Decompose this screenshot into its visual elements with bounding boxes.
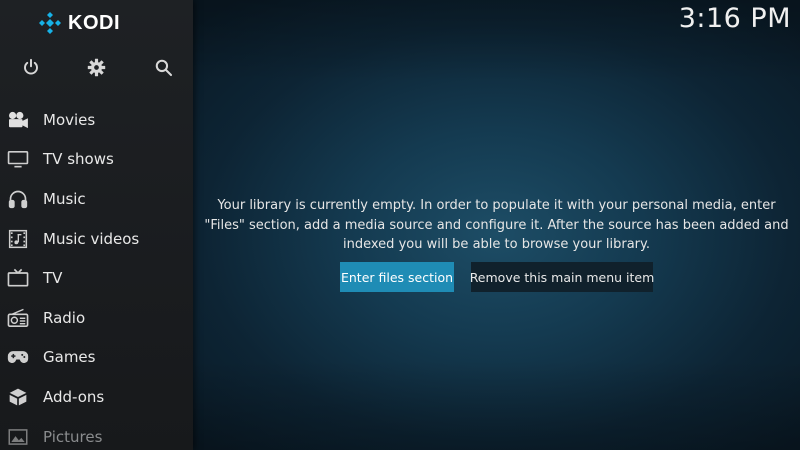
live-tv-icon — [7, 267, 29, 289]
message-line: indexed you will be able to browse your … — [343, 237, 650, 252]
message-line: "Files" section, add a media source and … — [204, 217, 789, 233]
kodi-logo-text: KODI — [68, 11, 120, 34]
sidebar: KODI Movies TV shows Music Music videos … — [0, 0, 193, 450]
movie-camera-icon — [7, 109, 29, 131]
enter-files-section-button[interactable]: Enter files section — [340, 262, 454, 292]
action-buttons: Enter files section Remove this main men… — [340, 262, 654, 292]
addons-box-icon — [7, 386, 29, 408]
search-button[interactable] — [151, 55, 175, 79]
picture-icon — [7, 426, 29, 448]
clock: 3:16 PM — [678, 3, 791, 34]
menu-item-label: Pictures — [43, 427, 103, 446]
main-menu: Movies TV shows Music Music videos TV Ra… — [0, 100, 193, 450]
settings-button[interactable] — [84, 55, 108, 79]
search-icon — [155, 59, 172, 76]
empty-library-message: Your library is currently empty. In orde… — [203, 196, 790, 255]
menu-item-label: Music — [43, 189, 86, 208]
remove-menu-item-button[interactable]: Remove this main menu item — [470, 262, 654, 292]
menu-item-label: TV — [43, 269, 63, 288]
music-video-icon — [7, 228, 29, 250]
menu-item-label: Movies — [43, 110, 96, 129]
menu-item-pictures[interactable]: Pictures — [0, 417, 193, 450]
tv-icon — [7, 148, 29, 170]
menu-item-tv-shows[interactable]: TV shows — [0, 140, 193, 180]
menu-item-music[interactable]: Music — [0, 179, 193, 219]
menu-item-tv[interactable]: TV — [0, 258, 193, 298]
power-button[interactable] — [19, 55, 43, 79]
menu-item-label: TV shows — [43, 150, 114, 169]
menu-item-label: Games — [43, 348, 96, 367]
headphones-icon — [7, 188, 29, 210]
power-icon — [24, 58, 38, 75]
kodi-logo[interactable]: KODI — [38, 10, 120, 36]
gamepad-icon — [7, 346, 29, 368]
menu-item-addons[interactable]: Add-ons — [0, 377, 193, 417]
menu-item-movies[interactable]: Movies — [0, 100, 193, 140]
message-line: Your library is currently empty. In orde… — [217, 198, 776, 213]
menu-item-radio[interactable]: Radio — [0, 298, 193, 338]
radio-icon — [7, 307, 29, 329]
menu-item-games[interactable]: Games — [0, 338, 193, 378]
kodi-logo-icon — [39, 12, 61, 34]
menu-item-label: Radio — [43, 308, 86, 327]
menu-item-label: Add-ons — [43, 387, 105, 406]
top-icon-bar — [0, 55, 193, 79]
kodi-home-screen: KODI Movies TV shows Music Music videos … — [0, 0, 800, 450]
menu-item-label: Music videos — [43, 229, 140, 248]
gear-icon — [87, 58, 105, 76]
menu-item-music-videos[interactable]: Music videos — [0, 219, 193, 259]
